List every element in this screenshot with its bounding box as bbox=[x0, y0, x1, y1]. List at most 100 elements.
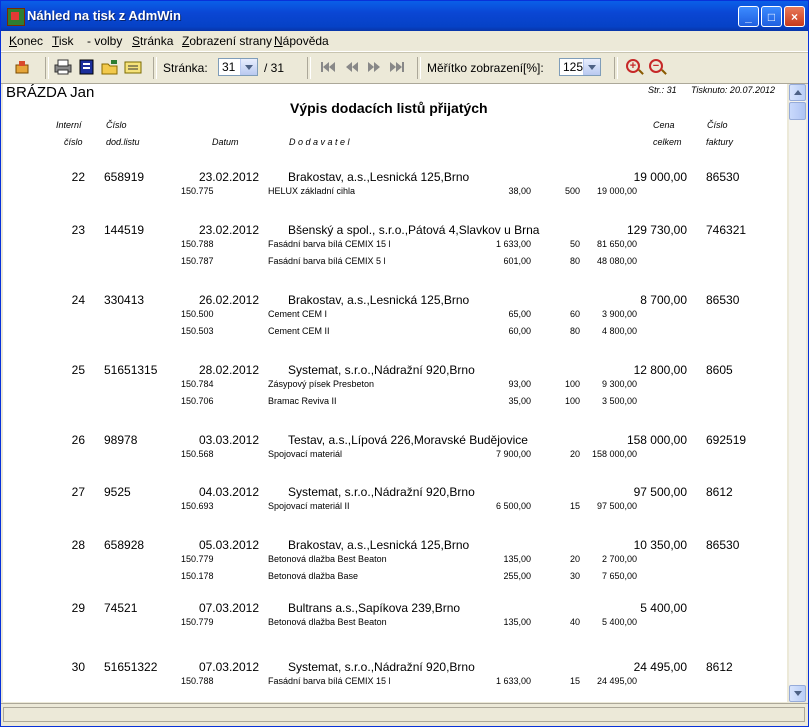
entry-invoice-number: 746321 bbox=[706, 223, 747, 237]
chevron-down-icon[interactable] bbox=[240, 59, 257, 75]
scale-select[interactable]: 125 bbox=[559, 58, 601, 76]
menu-konec[interactable]: Konec bbox=[9, 34, 43, 48]
header-supplier: D o d a v a t e l bbox=[289, 137, 350, 147]
entry-internal-number: 27 bbox=[71, 485, 85, 499]
scale-select-value: 125 bbox=[563, 60, 584, 74]
menu-tisk[interactable]: Tisk bbox=[52, 34, 74, 48]
page-select[interactable]: 31 bbox=[218, 58, 258, 76]
item-sum: 3 500,00 bbox=[601, 396, 637, 406]
entry-supplier: Brakostav, a.s.,Lesnická 125,Brno bbox=[288, 538, 470, 552]
toolbar: Stránka: 31 / 31 Měřítko zobrazení[%]: 1… bbox=[1, 52, 808, 84]
scale-label: Měřítko zobrazení[%]: bbox=[427, 61, 544, 75]
item-name: Betonová dlažba Base bbox=[268, 571, 359, 581]
first-page-icon[interactable] bbox=[319, 59, 337, 75]
toolbar-separator bbox=[153, 57, 157, 79]
item-name: Spojovací materiál bbox=[268, 449, 343, 459]
status-bar bbox=[1, 703, 808, 726]
entry-supplier: Systemat, s.r.o.,Nádražní 920,Brno bbox=[288, 363, 475, 377]
page-info: Str.: 31 bbox=[648, 85, 677, 95]
item-name: Fasádní barva bílá CEMIX 5 l bbox=[268, 256, 386, 266]
entry-delivery-note-number: 330413 bbox=[104, 293, 145, 307]
entry-supplier: Brakostav, a.s.,Lesnická 125,Brno bbox=[288, 170, 470, 184]
item-unit-price: 135,00 bbox=[503, 617, 531, 627]
email-icon[interactable] bbox=[124, 59, 142, 75]
entry-delivery-note-number: 51651322 bbox=[104, 660, 158, 674]
item-unit-price: 255,00 bbox=[503, 571, 531, 581]
menu-stranka[interactable]: Stránka bbox=[132, 34, 173, 48]
previous-page-icon[interactable] bbox=[343, 59, 361, 75]
item-code: 150.178 bbox=[181, 571, 214, 581]
maximize-button[interactable]: □ bbox=[761, 6, 782, 27]
export-icon[interactable] bbox=[101, 59, 119, 75]
menu-napoveda[interactable]: Nápověda bbox=[274, 34, 329, 48]
item-name: Zásypový písek Presbeton bbox=[268, 379, 375, 389]
item-name: Fasádní barva bílá CEMIX 15 l bbox=[268, 676, 391, 686]
entry-delivery-note-number: 51651315 bbox=[104, 363, 158, 377]
page-label: Stránka: bbox=[163, 61, 208, 75]
toolbar-separator bbox=[614, 57, 618, 79]
scroll-thumb[interactable] bbox=[789, 102, 806, 120]
item-name: Fasádní barva bílá CEMIX 15 l bbox=[268, 239, 391, 249]
entry-total: 129 730,00 bbox=[626, 223, 687, 237]
header-number: číslo bbox=[64, 137, 83, 147]
entry-invoice-number: 8612 bbox=[706, 660, 733, 674]
last-page-icon[interactable] bbox=[388, 59, 406, 75]
header-invoice-number: Číslo bbox=[707, 120, 728, 130]
entry-invoice-number: 692519 bbox=[706, 433, 747, 447]
item-sum: 4 800,00 bbox=[601, 326, 637, 336]
entry-total: 12 800,00 bbox=[633, 363, 687, 377]
entry-total: 5 400,00 bbox=[640, 601, 687, 615]
entry-date: 04.03.2012 bbox=[198, 485, 259, 499]
window-title: Náhled na tisk z AdmWin bbox=[27, 8, 181, 23]
menu-zobrazeni-strany[interactable]: Zobrazení strany bbox=[182, 34, 272, 48]
scroll-up-button[interactable] bbox=[789, 84, 806, 101]
vertical-scrollbar[interactable] bbox=[788, 84, 806, 702]
item-code: 150.787 bbox=[181, 256, 214, 266]
item-name: Betonová dlažba Best Beaton bbox=[268, 617, 387, 627]
page-select-value: 31 bbox=[222, 60, 236, 74]
exit-icon[interactable] bbox=[14, 59, 32, 75]
zoom-in-icon[interactable]: + bbox=[626, 59, 640, 73]
entry-internal-number: 28 bbox=[71, 538, 85, 552]
title-bar[interactable]: Náhled na tisk z AdmWin _ □ × bbox=[1, 1, 808, 31]
menu-volby[interactable]: - volby bbox=[87, 34, 122, 48]
item-code: 150.693 bbox=[181, 501, 214, 511]
print-settings-icon[interactable] bbox=[78, 59, 96, 75]
entry-invoice-number: 86530 bbox=[706, 170, 740, 184]
entry-supplier: Bšenský a spol., s.r.o.,Pátová 4,Slavkov… bbox=[288, 223, 540, 237]
item-name: Cement CEM II bbox=[268, 326, 330, 336]
item-code: 150.788 bbox=[181, 239, 214, 249]
next-page-icon[interactable] bbox=[365, 59, 383, 75]
item-code: 150.788 bbox=[181, 676, 214, 686]
entry-date: 07.03.2012 bbox=[198, 601, 259, 615]
item-unit-price: 7 900,00 bbox=[495, 449, 531, 459]
item-name: Spojovací materiál II bbox=[268, 501, 350, 511]
entry-total: 10 350,00 bbox=[633, 538, 687, 552]
item-sum: 48 080,00 bbox=[596, 256, 637, 266]
entry-date: 05.03.2012 bbox=[198, 538, 259, 552]
report-page: BRÁZDA Jan Str.: 31 Tisknuto: 20.07.2012… bbox=[3, 84, 787, 702]
item-name: Betonová dlažba Best Beaton bbox=[268, 554, 387, 564]
item-unit-price: 1 633,00 bbox=[495, 239, 531, 249]
chevron-down-icon[interactable] bbox=[583, 59, 600, 75]
entry-internal-number: 22 bbox=[71, 170, 85, 184]
entry-delivery-note-number: 658928 bbox=[104, 538, 145, 552]
item-sum: 97 500,00 bbox=[596, 501, 637, 511]
company-name: BRÁZDA Jan bbox=[6, 84, 95, 101]
menu-bar: Konec Tisk - volby Stránka Zobrazení str… bbox=[1, 31, 808, 52]
header-price: Cena bbox=[653, 120, 675, 130]
entry-internal-number: 23 bbox=[71, 223, 85, 237]
header-delivery-note: dod.listu bbox=[106, 137, 140, 147]
header-total: celkem bbox=[653, 137, 682, 147]
print-date: Tisknuto: 20.07.2012 bbox=[691, 85, 775, 95]
header-internal: Interní bbox=[56, 120, 82, 130]
scroll-down-button[interactable] bbox=[789, 685, 806, 702]
item-unit-price: 135,00 bbox=[503, 554, 531, 564]
entry-supplier: Brakostav, a.s.,Lesnická 125,Brno bbox=[288, 293, 470, 307]
entry-total: 19 000,00 bbox=[633, 170, 687, 184]
minimize-button[interactable]: _ bbox=[738, 6, 759, 27]
item-sum: 3 900,00 bbox=[601, 309, 637, 319]
zoom-out-icon[interactable]: − bbox=[649, 59, 663, 73]
print-icon[interactable] bbox=[54, 59, 72, 75]
close-button[interactable]: × bbox=[784, 6, 805, 27]
